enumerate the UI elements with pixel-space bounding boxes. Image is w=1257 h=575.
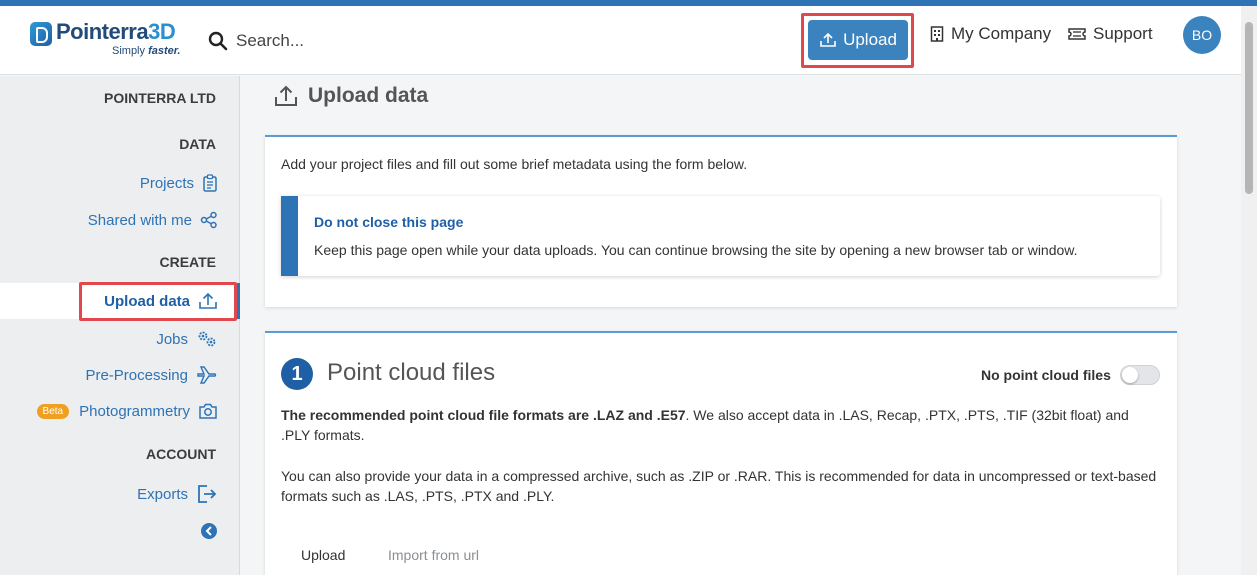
camera-icon [199,403,217,419]
support-link[interactable]: Support [1068,24,1153,44]
sidebar-upload-highlight [79,282,237,321]
sidebar-item-exports[interactable]: Exports [137,484,218,504]
top-header: Pointerra3D Simply faster. Search... [0,6,1241,75]
notice-box: Do not close this page Keep this page op… [281,196,1160,276]
user-avatar[interactable]: BO [1183,16,1221,54]
logo-mark-icon [30,22,52,46]
logo-tagline: Simply faster. [112,45,181,57]
chevron-left-icon [205,526,212,536]
pointerra-logo[interactable]: Pointerra3D Simply faster. [30,19,190,61]
sidebar-collapse-button[interactable] [201,523,217,539]
intro-card: Add your project files and fill out some… [265,135,1177,307]
intro-text: Add your project files and fill out some… [281,156,748,172]
support-label: Support [1093,24,1153,43]
content-gutter [1198,118,1241,575]
formats-recommended: The recommended point cloud file formats… [281,407,686,423]
sidebar-section-data: DATA [179,136,216,152]
upload-icon [820,32,836,47]
sidebar-item-label: Photogrammetry [79,402,190,420]
sidebar-item-label: Exports [137,485,188,503]
gears-icon [198,331,216,347]
tab-upload[interactable]: Upload [301,547,345,563]
search-icon [208,31,228,51]
building-icon [930,26,944,42]
archive-paragraph: You can also provide your data in a comp… [281,468,1157,504]
export-icon [198,485,217,503]
step-number-badge: 1 [281,358,313,390]
page-title: Upload data [274,84,428,108]
upload-button[interactable]: Upload [808,20,908,60]
sidebar-item-label: Pre-Processing [85,366,188,384]
logo-name: Pointerra3D [56,19,176,44]
sidebar-item-label: Shared with me [87,211,192,229]
sidebar-section-account: ACCOUNT [146,446,216,462]
page-title-text: Upload data [308,84,429,107]
sidebar-item-label: Jobs [156,330,188,348]
sidebar-section-create: CREATE [159,254,216,270]
sidebar-item-photogrammetry[interactable]: Beta Photogrammetry [36,402,218,420]
sidebar-item-projects[interactable]: Projects [140,174,218,192]
no-point-cloud-toggle[interactable] [1120,365,1160,385]
search-input[interactable]: Search... [236,31,304,51]
sidebar-item-label: Projects [139,174,194,192]
notice-body: Keep this page open while your data uplo… [314,242,1078,258]
upload-icon [275,85,297,106]
my-company-link[interactable]: My Company [930,24,1051,44]
notice-title: Do not close this page [314,214,464,230]
plane-icon [197,366,217,384]
ticket-icon [1068,28,1086,40]
clipboard-icon [203,174,217,192]
step-title: Point cloud files [327,359,496,386]
sidebar-item-shared-with-me[interactable]: Shared with me [88,211,218,229]
search-box[interactable]: Search... [208,30,304,52]
no-point-cloud-label: No point cloud files [981,367,1111,383]
sidebar-item-jobs[interactable]: Jobs [156,329,218,349]
point-cloud-card: 1 Point cloud files No point cloud files… [265,331,1177,575]
upload-button-label: Upload [843,30,897,49]
share-icon [200,211,217,229]
my-company-label: My Company [951,24,1052,43]
sidebar-org-name: POINTERRA LTD [104,90,216,106]
beta-badge: Beta [36,403,70,419]
page-scrollbar-thumb[interactable] [1245,22,1253,194]
formats-paragraph: The recommended point cloud file formats… [281,405,1161,445]
sidebar-item-pre-processing[interactable]: Pre-Processing [85,365,218,385]
tab-import-from-url[interactable]: Import from url [388,547,479,563]
